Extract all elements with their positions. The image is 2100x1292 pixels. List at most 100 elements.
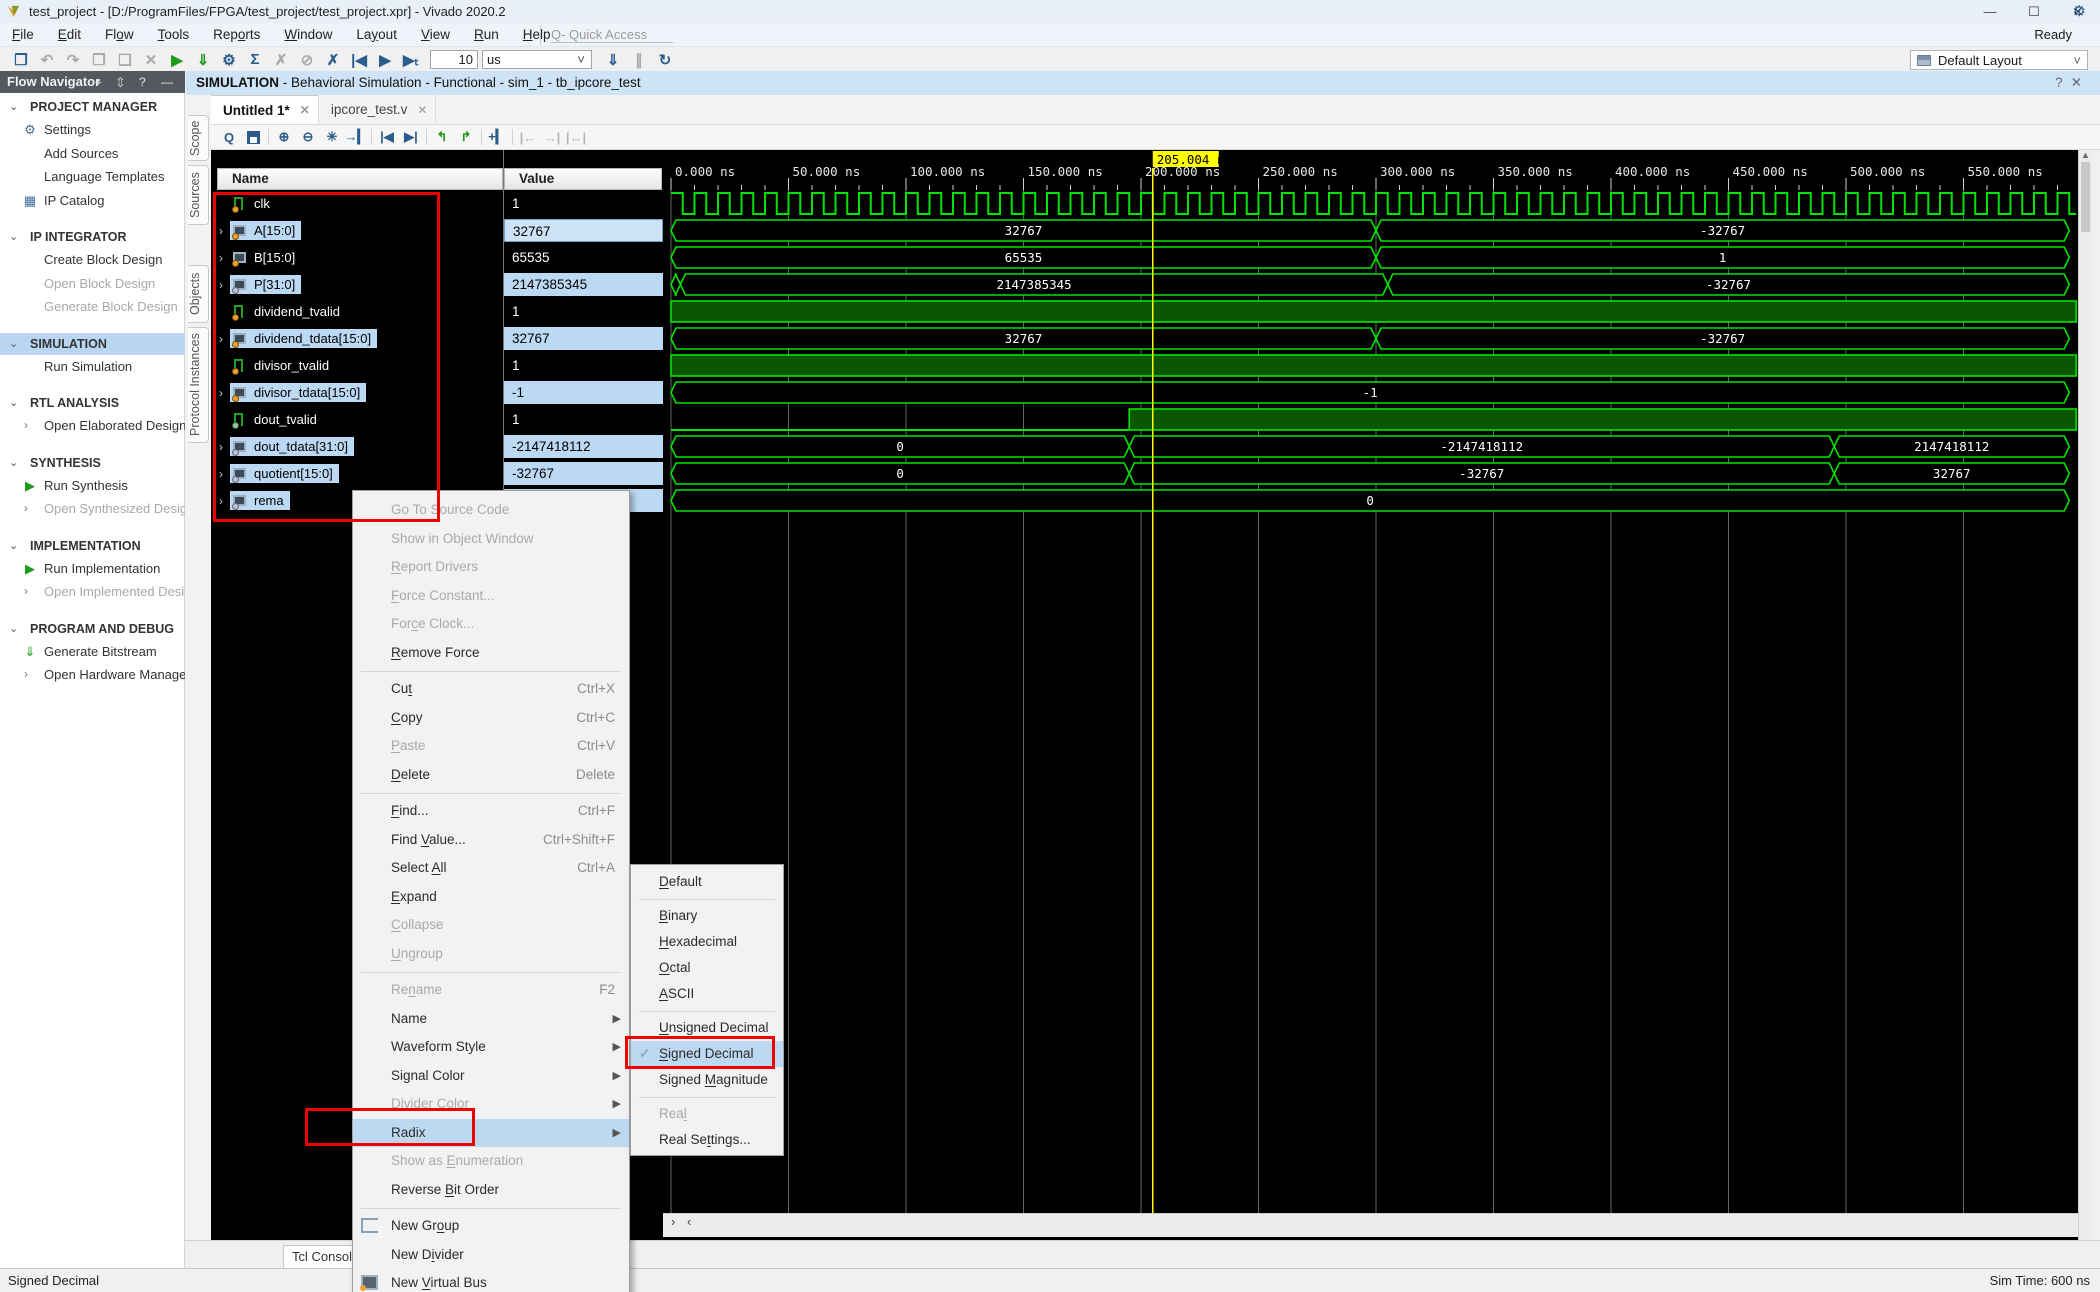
signal-value-row[interactable]: -1: [504, 379, 663, 406]
fn-section-rtl-analysis[interactable]: ⌄RTL ANALYSIS: [0, 392, 185, 414]
expand-icon[interactable]: ›: [219, 278, 223, 292]
fn-item-generate-block-design[interactable]: Generate Block Design: [0, 295, 185, 319]
scroll-left-icon[interactable]: ‹: [687, 1214, 691, 1229]
fn-item-run-implementation[interactable]: ▶Run Implementation: [0, 557, 185, 581]
menu-item-rename[interactable]: Rename F2: [353, 976, 629, 1005]
chevron-down-icon[interactable]: ⌄: [9, 535, 18, 557]
save-icon[interactable]: [241, 127, 265, 148]
pause-icon[interactable]: ∥: [626, 49, 652, 71]
signal-name-label[interactable]: dout_tvalid: [230, 410, 323, 429]
menu-item-name[interactable]: Name ▶: [353, 1005, 629, 1034]
menu-run[interactable]: Run: [462, 23, 511, 47]
menu-item-new-divider[interactable]: New Divider: [353, 1241, 629, 1270]
signal-name-label[interactable]: dividend_tdata[15:0]: [230, 329, 377, 348]
expand-icon[interactable]: ›: [24, 414, 28, 438]
signal-value-row[interactable]: 65535: [504, 244, 663, 271]
redo-icon[interactable]: ↷: [60, 49, 86, 71]
menu-item-unsigned-decimal[interactable]: Unsigned Decimal: [631, 1015, 783, 1041]
zoom-out-icon[interactable]: ⊖: [296, 127, 320, 148]
add-marker-icon[interactable]: +▎: [485, 127, 509, 148]
menu-item-cut[interactable]: Cut Ctrl+X: [353, 675, 629, 704]
quick-access-search[interactable]: Q- Quick Access: [540, 25, 690, 45]
settings-icon[interactable]: ⚙: [216, 49, 242, 71]
horizontal-scroll-strip[interactable]: › ‹: [663, 1213, 2078, 1237]
signal-value[interactable]: 32767: [504, 219, 663, 242]
wave-tab-ipcore-test-v[interactable]: ipcore_test.v✕: [319, 95, 437, 124]
menu-item-real[interactable]: Real: [631, 1101, 783, 1127]
menu-item-select-all[interactable]: Select All Ctrl+A: [353, 854, 629, 883]
prev-transition-icon[interactable]: |◀: [375, 127, 399, 148]
side-tab-protocol-instances[interactable]: Protocol Instances: [188, 327, 209, 443]
menu-item-reverse-bit-order[interactable]: Reverse Bit Order: [353, 1176, 629, 1205]
maximize-button[interactable]: ☐: [2012, 0, 2056, 23]
signal-name-label[interactable]: clk: [230, 194, 276, 213]
fn-section-implementation[interactable]: ⌄IMPLEMENTATION: [0, 535, 185, 557]
menu-item-signed-magnitude[interactable]: Signed Magnitude: [631, 1067, 783, 1093]
generate-bitstream-icon[interactable]: ⇓: [190, 49, 216, 71]
signal-row[interactable]: › A[15:0]: [211, 217, 503, 244]
chevron-down-icon[interactable]: ⌄: [9, 392, 18, 414]
wave-tab-untitled-1-[interactable]: Untitled 1*✕: [211, 95, 319, 124]
close-icon[interactable]: ✕: [300, 103, 310, 117]
menu-item-report-drivers[interactable]: Report Drivers: [353, 553, 629, 582]
fn-section-synthesis[interactable]: ⌄SYNTHESIS: [0, 452, 185, 474]
goto-start-icon[interactable]: |←: [516, 127, 540, 148]
search-icon[interactable]: Q: [217, 127, 241, 148]
expand-icon[interactable]: ›: [219, 332, 223, 346]
run-for-time-icon[interactable]: ▶ₜ: [398, 49, 424, 71]
run-icon[interactable]: ▶: [164, 49, 190, 71]
run-all-icon[interactable]: ▶: [372, 49, 398, 71]
signal-name-label[interactable]: P[31:0]: [230, 275, 301, 294]
chevron-down-icon[interactable]: ⌄: [9, 452, 18, 474]
menu-item-divider-color[interactable]: Divider Color ▶: [353, 1090, 629, 1119]
help-icon[interactable]: ?: [2055, 75, 2071, 90]
fn-section-program-and-debug[interactable]: ⌄PROGRAM AND DEBUG: [0, 618, 185, 640]
name-column-header[interactable]: Name: [217, 168, 503, 190]
signal-row[interactable]: divisor_tvalid: [211, 352, 503, 379]
waveform-canvas[interactable]: 0.000 ns50.000 ns100.000 ns150.000 ns200…: [663, 150, 2078, 1240]
run-time-input[interactable]: 10: [430, 50, 478, 69]
signal-value-row[interactable]: 32767: [504, 325, 663, 352]
fn-item-language-templates[interactable]: Language Templates: [0, 165, 185, 189]
menu-item-binary[interactable]: Binary: [631, 903, 783, 929]
minimize-button[interactable]: —: [1968, 0, 2012, 23]
signal-value[interactable]: -2147418112: [504, 435, 663, 458]
close-icon[interactable]: ✕: [417, 103, 427, 117]
signal-value-row[interactable]: 1: [504, 352, 663, 379]
tcl-console-tab[interactable]: Tcl Consol: [283, 1245, 353, 1269]
menu-item-delete[interactable]: Delete Delete: [353, 761, 629, 790]
menu-item-remove-force[interactable]: Remove Force: [353, 639, 629, 668]
signal-name-label[interactable]: B[15:0]: [230, 248, 301, 267]
signal-row[interactable]: › B[15:0]: [211, 244, 503, 271]
swap-left-icon[interactable]: ↰: [430, 127, 454, 148]
menu-edit[interactable]: Edit: [46, 23, 93, 47]
undo-icon[interactable]: ↶: [34, 49, 60, 71]
signal-row[interactable]: › dividend_tdata[15:0]: [211, 325, 503, 352]
fn-item-open-block-design[interactable]: Open Block Design: [0, 272, 185, 296]
signal-value[interactable]: 32767: [504, 327, 663, 350]
fn-item-add-sources[interactable]: Add Sources: [0, 142, 185, 166]
signal-row[interactable]: › P[31:0]: [211, 271, 503, 298]
side-tab-objects[interactable]: Objects: [188, 265, 209, 323]
menu-item-default[interactable]: Default: [631, 869, 783, 895]
menu-file[interactable]: File: [0, 23, 46, 47]
signal-value[interactable]: 1: [504, 192, 663, 215]
signal-name-label[interactable]: A[15:0]: [230, 221, 301, 240]
signal-row[interactable]: › divisor_tdata[15:0]: [211, 379, 503, 406]
step-icon[interactable]: ⇓: [600, 49, 626, 71]
menu-item-find-[interactable]: Find... Ctrl+F: [353, 797, 629, 826]
report-icon[interactable]: Σ: [242, 49, 268, 71]
copy-icon[interactable]: ❐: [86, 49, 112, 71]
expand-icon[interactable]: ›: [24, 580, 28, 604]
signal-value-row[interactable]: 1: [504, 298, 663, 325]
fn-section-simulation[interactable]: ⌄SIMULATION: [0, 333, 185, 355]
zoom-in-icon[interactable]: ⊕: [272, 127, 296, 148]
value-column-header[interactable]: Value: [504, 168, 662, 190]
expand-icon[interactable]: ›: [24, 497, 28, 521]
expand-icon[interactable]: ›: [219, 224, 223, 238]
fn-item-open-hardware-manager[interactable]: ›Open Hardware Manager: [0, 663, 185, 687]
expand-icon[interactable]: ›: [219, 494, 223, 508]
flow-navigator-header-icons[interactable]: ⌖ ⇕ ? —: [95, 71, 179, 93]
menu-item-radix[interactable]: Radix ▶: [353, 1119, 629, 1148]
side-tab-scope[interactable]: Scope: [188, 115, 209, 161]
